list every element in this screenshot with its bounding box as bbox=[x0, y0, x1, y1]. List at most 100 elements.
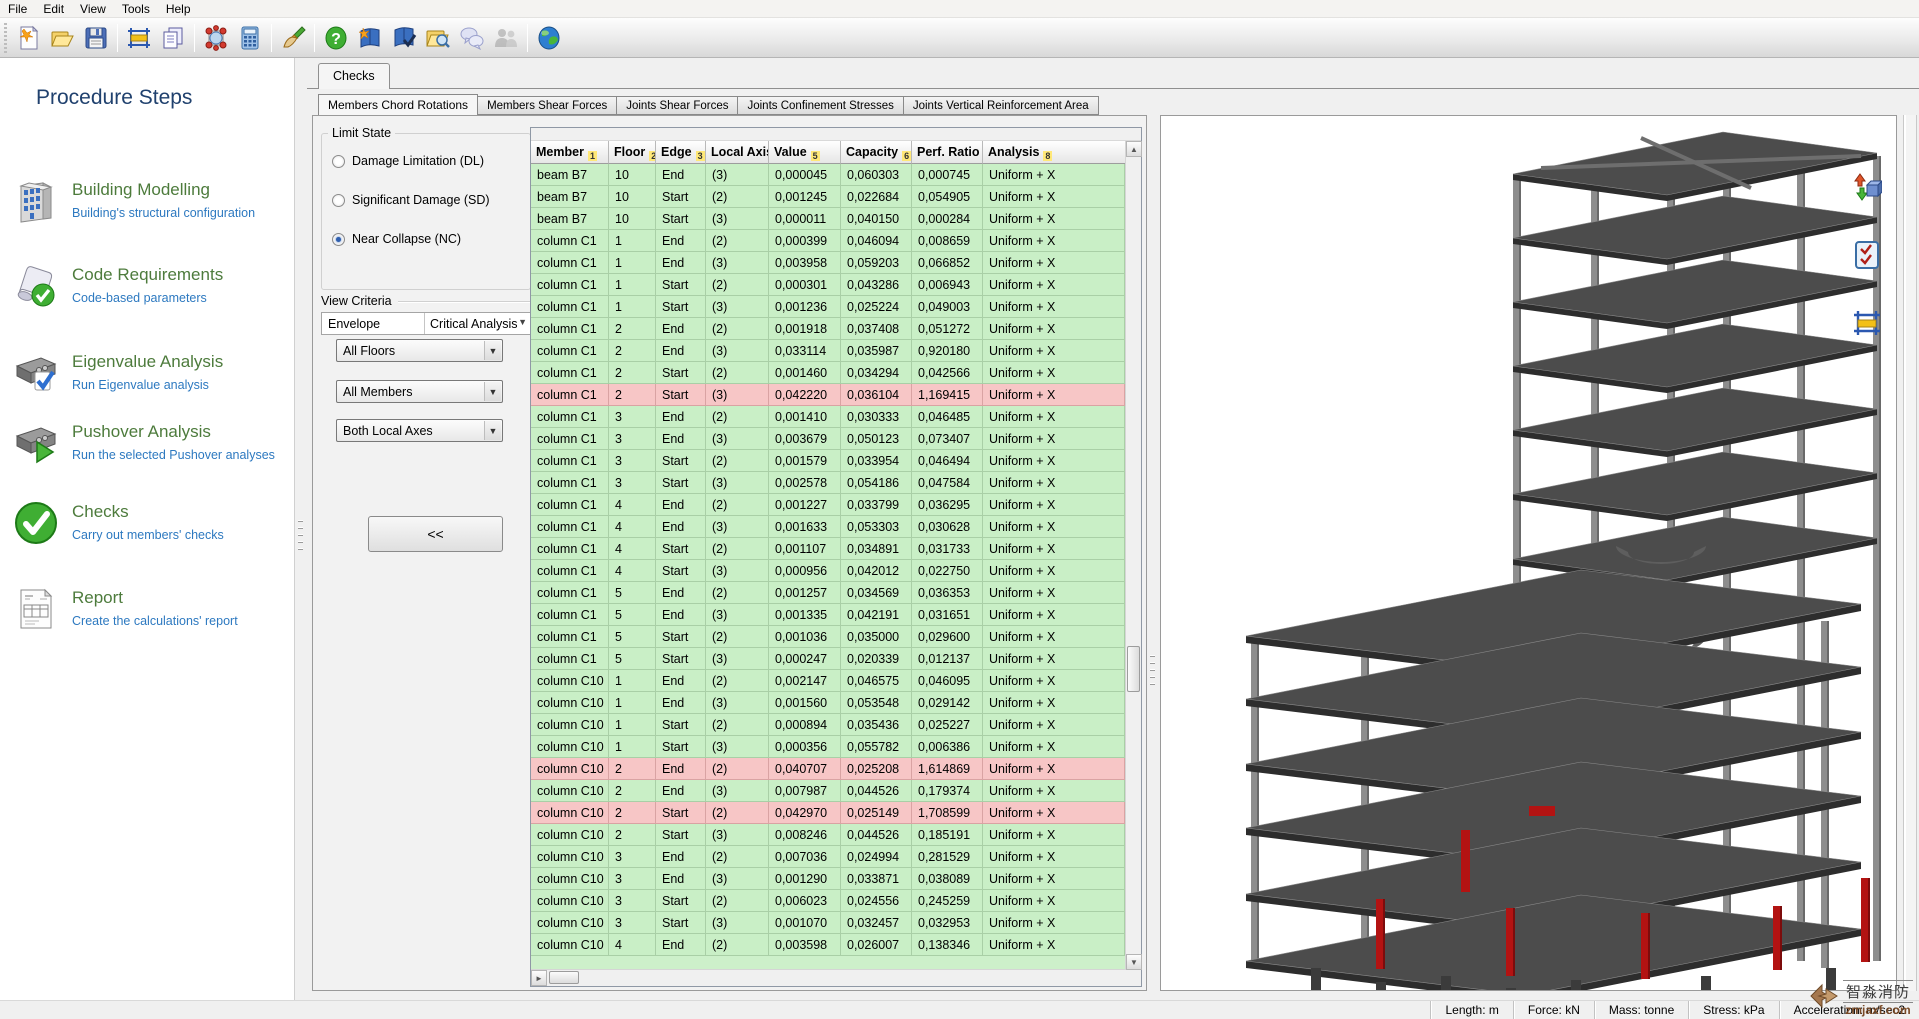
viewport-scrollbar[interactable] bbox=[1903, 115, 1917, 991]
checklist-icon[interactable] bbox=[1852, 240, 1882, 270]
sidebar-splitter[interactable] bbox=[295, 58, 307, 1000]
model-3d-viewport[interactable] bbox=[1160, 115, 1897, 991]
table-row[interactable]: column C1 1 Start (3) 0,001236 0,025224 0,0490… bbox=[531, 296, 1125, 318]
table-row[interactable]: column C1 4 End (3) 0,001633 0,053303 0,030628… bbox=[531, 516, 1125, 538]
table-row[interactable]: column C10 2 Start (3) 0,008246 0,044526 0,185… bbox=[531, 824, 1125, 846]
table-row[interactable]: column C1 1 End (2) 0,000399 0,046094 0,008659… bbox=[531, 230, 1125, 252]
table-row[interactable]: column C10 2 End (3) 0,007987 0,044526 0,17937… bbox=[531, 780, 1125, 802]
table-row[interactable]: column C10 2 Start (2) 0,042970 0,025149 1,708… bbox=[531, 802, 1125, 824]
subtab-members-shear-forces[interactable]: Members Shear Forces bbox=[478, 96, 618, 115]
table-row[interactable]: column C1 3 End (3) 0,003679 0,050123 0,073407… bbox=[531, 428, 1125, 450]
menu-item-help[interactable]: Help bbox=[158, 1, 199, 17]
sidebar-item-report[interactable]: Report Create the calculations' report bbox=[12, 586, 288, 634]
table-row[interactable]: column C10 1 Start (3) 0,000356 0,055782 0,006… bbox=[531, 736, 1125, 758]
table-row[interactable]: column C1 4 End (2) 0,001227 0,033799 0,036295… bbox=[531, 494, 1125, 516]
sidebar-item-pushover-analysis[interactable]: Pushover Analysis Run the selected Pusho… bbox=[12, 420, 288, 468]
table-row[interactable]: column C1 2 End (3) 0,033114 0,035987 0,920180… bbox=[531, 340, 1125, 362]
table-row[interactable]: column C1 2 Start (2) 0,001460 0,034294 0,0425… bbox=[531, 362, 1125, 384]
scroll-right-icon[interactable]: ► bbox=[531, 970, 547, 986]
manual-book-icon[interactable] bbox=[355, 23, 385, 53]
table-row[interactable]: column C10 1 End (2) 0,002147 0,046575 0,04609… bbox=[531, 670, 1125, 692]
table-row[interactable]: column C1 4 Start (3) 0,000956 0,042012 0,0227… bbox=[531, 560, 1125, 582]
radio-option-damage-limitation-dl-[interactable]: Damage Limitation (DL) bbox=[332, 154, 490, 168]
analysis-mode-dropdown[interactable]: Critical Analysis ▼ bbox=[425, 313, 530, 334]
table-row[interactable]: column C1 5 Start (3) 0,000247 0,020339 0,0121… bbox=[531, 648, 1125, 670]
floors-dropdown[interactable]: All Floors ▼ bbox=[336, 339, 503, 362]
column-header-local-axis[interactable]: Local Axis4 bbox=[706, 141, 769, 164]
menu-item-edit[interactable]: Edit bbox=[35, 1, 72, 17]
collapse-panel-button[interactable]: << bbox=[368, 516, 503, 552]
menu-item-file[interactable]: File bbox=[0, 1, 35, 17]
table-row[interactable]: beam B7 10 Start (3) 0,000011 0,040150 0,00028… bbox=[531, 208, 1125, 230]
orientation-axes-icon[interactable] bbox=[1852, 172, 1884, 202]
table-vertical-scrollbar[interactable]: ▲ ▼ bbox=[1125, 141, 1142, 970]
table-row[interactable]: column C1 3 Start (2) 0,001579 0,033954 0,0464… bbox=[531, 450, 1125, 472]
verification-book-icon[interactable] bbox=[389, 23, 419, 53]
tab-checks[interactable]: Checks bbox=[318, 63, 390, 89]
sidebar-item-checks[interactable]: Checks Carry out members' checks bbox=[12, 500, 288, 548]
open-project-icon[interactable] bbox=[47, 23, 77, 53]
paintbrush-icon[interactable] bbox=[278, 23, 308, 53]
menu-item-view[interactable]: View bbox=[72, 1, 114, 17]
comments-icon[interactable] bbox=[457, 23, 487, 53]
model-nodes-icon[interactable] bbox=[201, 23, 231, 53]
table-row[interactable]: column C10 4 End (2) 0,003598 0,026007 0,13834… bbox=[531, 934, 1125, 956]
sidebar-item-building-modelling[interactable]: Building Modelling Building's structural… bbox=[12, 178, 288, 226]
subtab-members-chord-rotations[interactable]: Members Chord Rotations bbox=[318, 94, 479, 115]
table-row[interactable]: column C10 3 End (2) 0,007036 0,024994 0,28152… bbox=[531, 846, 1125, 868]
frame-sections-icon[interactable] bbox=[1852, 308, 1882, 338]
table-row[interactable]: beam B7 10 End (3) 0,000045 0,060303 0,000745 U… bbox=[531, 164, 1125, 186]
subtab-joints-vertical-reinforcement-area[interactable]: Joints Vertical Reinforcement Area bbox=[903, 96, 1099, 115]
axes-dropdown[interactable]: Both Local Axes ▼ bbox=[336, 419, 503, 442]
column-header-edge[interactable]: Edge 3 bbox=[656, 141, 706, 164]
help-icon[interactable]: ? bbox=[321, 23, 351, 53]
scroll-up-icon[interactable]: ▲ bbox=[1126, 141, 1142, 157]
radio-option-near-collapse-nc-[interactable]: Near Collapse (NC) bbox=[332, 232, 490, 246]
table-row[interactable]: column C10 3 Start (3) 0,001070 0,032457 0,032… bbox=[531, 912, 1125, 934]
table-row[interactable]: column C10 1 Start (2) 0,000894 0,035436 0,025… bbox=[531, 714, 1125, 736]
table-row[interactable]: column C1 2 End (2) 0,001918 0,037408 0,051272… bbox=[531, 318, 1125, 340]
table-row[interactable]: beam B7 10 Start (2) 0,001245 0,022684 0,05490… bbox=[531, 186, 1125, 208]
sidebar-item-eigenvalue-analysis[interactable]: Eigenvalue Analysis Run Eigenvalue analy… bbox=[12, 350, 288, 398]
table-row[interactable]: column C10 3 Start (2) 0,006023 0,024556 0,245… bbox=[531, 890, 1125, 912]
column-header-analysis[interactable]: Analysis 8 bbox=[983, 141, 1125, 164]
column-header-value[interactable]: Value 5 bbox=[769, 141, 841, 164]
subtab-joints-confinement-stresses[interactable]: Joints Confinement Stresses bbox=[738, 96, 904, 115]
splitter-grip[interactable] bbox=[1150, 655, 1155, 689]
toolbar-grip[interactable] bbox=[4, 22, 7, 53]
horizontal-scroll-thumb[interactable] bbox=[549, 971, 579, 984]
table-row[interactable]: column C10 1 End (3) 0,001560 0,053548 0,02914… bbox=[531, 692, 1125, 714]
column-header-perf-ratio[interactable]: Perf. Ratio7 bbox=[912, 141, 983, 164]
column-header-member[interactable]: Member 1 bbox=[531, 141, 609, 164]
envelope-cell[interactable]: Envelope bbox=[322, 313, 425, 334]
column-header-capacity[interactable]: Capacity 6 bbox=[841, 141, 912, 164]
table-row[interactable]: column C1 1 End (3) 0,003958 0,059203 0,066852… bbox=[531, 252, 1125, 274]
copy-documents-icon[interactable] bbox=[158, 23, 188, 53]
sidebar-item-code-requirements[interactable]: Code Requirements Code-based parameters bbox=[12, 263, 288, 311]
table-row[interactable]: column C1 1 Start (2) 0,000301 0,043286 0,0069… bbox=[531, 274, 1125, 296]
menu-item-tools[interactable]: Tools bbox=[114, 1, 158, 17]
view-splitter[interactable] bbox=[1147, 115, 1160, 991]
table-row[interactable]: column C1 3 End (2) 0,001410 0,030333 0,046485… bbox=[531, 406, 1125, 428]
table-row[interactable]: column C10 3 End (3) 0,001290 0,033871 0,03808… bbox=[531, 868, 1125, 890]
scroll-down-icon[interactable]: ▼ bbox=[1126, 954, 1142, 970]
globe-icon[interactable] bbox=[534, 23, 564, 53]
table-horizontal-scrollbar[interactable]: ◄ ► bbox=[531, 969, 1126, 986]
table-row[interactable]: column C1 5 End (2) 0,001257 0,034569 0,036353… bbox=[531, 582, 1125, 604]
frame-sections-icon[interactable] bbox=[124, 23, 154, 53]
table-row[interactable]: column C1 4 Start (2) 0,001107 0,034891 0,0317… bbox=[531, 538, 1125, 560]
table-row[interactable]: column C1 2 Start (3) 0,042220 0,036104 1,1694… bbox=[531, 384, 1125, 406]
table-row[interactable]: column C10 2 End (2) 0,040707 0,025208 1,61486… bbox=[531, 758, 1125, 780]
radio-option-significant-damage-sd-[interactable]: Significant Damage (SD) bbox=[332, 193, 490, 207]
search-folder-icon[interactable] bbox=[423, 23, 453, 53]
subtab-joints-shear-forces[interactable]: Joints Shear Forces bbox=[617, 96, 739, 115]
column-header-floor[interactable]: Floor 2 bbox=[609, 141, 656, 164]
new-document-icon[interactable] bbox=[13, 23, 43, 53]
calculator-icon[interactable] bbox=[235, 23, 265, 53]
members-dropdown[interactable]: All Members ▼ bbox=[336, 380, 503, 403]
vertical-scroll-thumb[interactable] bbox=[1127, 646, 1140, 692]
table-row[interactable]: column C1 5 Start (2) 0,001036 0,035000 0,0296… bbox=[531, 626, 1125, 648]
save-icon[interactable] bbox=[81, 23, 111, 53]
table-row[interactable]: column C1 5 End (3) 0,001335 0,042191 0,031651… bbox=[531, 604, 1125, 626]
splitter-grip[interactable] bbox=[298, 520, 303, 554]
